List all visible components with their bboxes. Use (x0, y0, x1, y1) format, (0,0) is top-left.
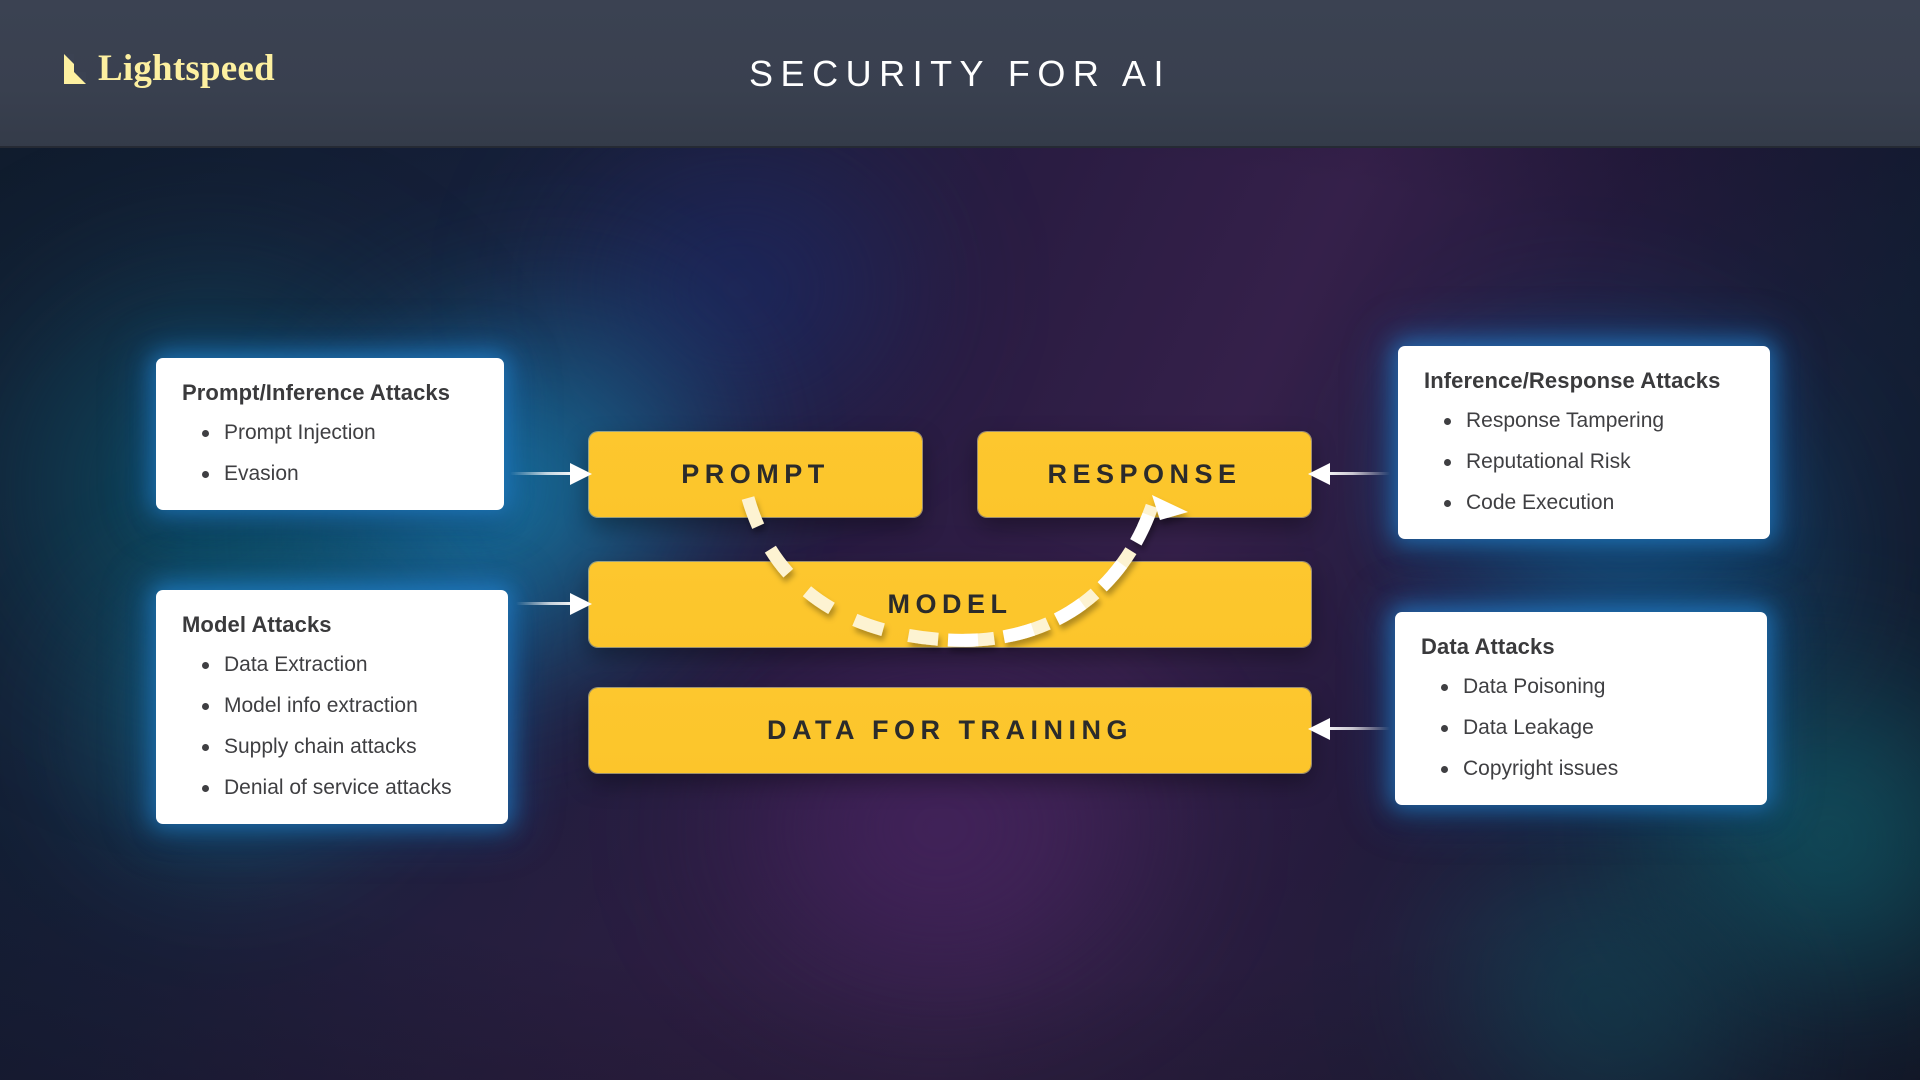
card-model-attacks[interactable]: Model Attacks Data Extraction Model info… (156, 590, 508, 824)
card-inference-response-attacks[interactable]: Inference/Response Attacks Response Tamp… (1398, 346, 1770, 539)
pipeline-box-model[interactable]: MODEL (589, 562, 1311, 647)
card-list: Response Tampering Reputational Risk Cod… (1424, 410, 1744, 513)
card-data-attacks[interactable]: Data Attacks Data Poisoning Data Leakage… (1395, 612, 1767, 805)
list-item: Copyright issues (1433, 758, 1741, 779)
list-item: Data Extraction (194, 654, 482, 675)
card-title: Model Attacks (182, 612, 332, 637)
card-list: Data Extraction Model info extraction Su… (182, 654, 482, 798)
list-item: Model info extraction (194, 695, 482, 716)
card-title: Prompt/Inference Attacks (182, 380, 451, 405)
cards-layer: Prompt/Inference Attacks Prompt Injectio… (0, 0, 1920, 1080)
slide-root: Prompt/Inference Attacks Prompt Injectio… (0, 0, 1920, 1080)
card-list: Data Poisoning Data Leakage Copyright is… (1421, 676, 1741, 779)
card-title: Data Attacks (1421, 634, 1555, 659)
list-item: Evasion (194, 463, 478, 484)
list-item: Reputational Risk (1436, 451, 1744, 472)
list-item: Supply chain attacks (194, 736, 482, 757)
list-item: Denial of service attacks (194, 777, 482, 798)
card-prompt-inference-attacks[interactable]: Prompt/Inference Attacks Prompt Injectio… (156, 358, 504, 510)
pipeline-box-response[interactable]: RESPONSE (978, 432, 1311, 517)
pipeline-box-data-for-training[interactable]: DATA FOR TRAINING (589, 688, 1311, 773)
list-item: Code Execution (1436, 492, 1744, 513)
page-title: SECURITY FOR AI (749, 53, 1171, 94)
list-item: Data Leakage (1433, 717, 1741, 738)
card-title: Inference/Response Attacks (1424, 368, 1721, 393)
header-bar: Lightspeed SECURITY FOR AI (0, 0, 1920, 148)
card-list: Prompt Injection Evasion (182, 422, 478, 484)
list-item: Prompt Injection (194, 422, 478, 443)
pipeline-box-prompt[interactable]: PROMPT (589, 432, 922, 517)
list-item: Data Poisoning (1433, 676, 1741, 697)
list-item: Response Tampering (1436, 410, 1744, 431)
